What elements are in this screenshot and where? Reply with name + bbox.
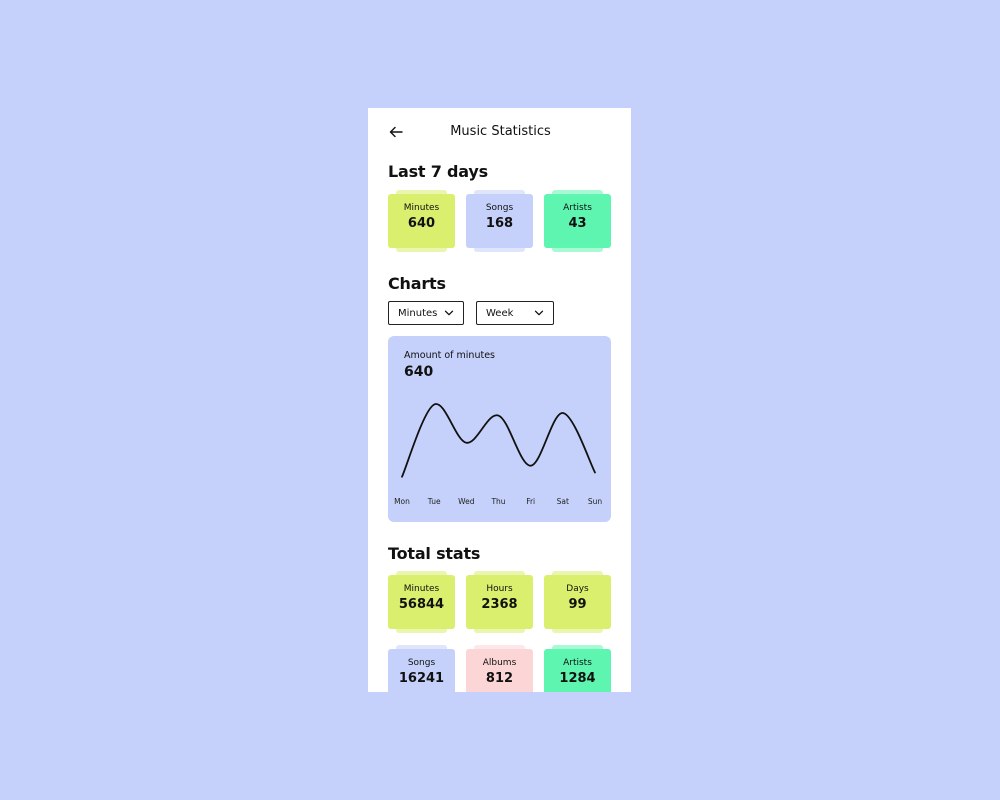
last-7-days-heading: Last 7 days [388,162,488,181]
stat-label: Minutes [403,584,440,594]
stat-value: 1284 [559,671,596,686]
total-card-albums: Albums 812 [466,645,533,692]
stat-card-songs: Songs 168 [466,190,533,252]
x-tick-label: Sat [557,497,569,506]
stat-label: Days [566,584,589,594]
total-card-songs: Songs 16241 [388,645,455,692]
metric-select-value: Minutes [398,307,438,319]
stat-label: Songs [485,203,514,213]
stat-card-minutes: Minutes 640 [388,190,455,252]
x-tick-label: Mon [394,497,410,506]
stat-label: Artists [563,203,592,213]
minutes-chart-card: Amount of minutes 640 Mon Tue Wed Thu Fri Sat… [388,336,611,522]
stat-value: 99 [568,597,587,612]
stat-card-artists: Artists 43 [544,190,611,252]
x-tick-label: Tue [427,497,441,506]
total-card-artists: Artists 1284 [544,645,611,692]
x-tick-label: Thu [490,497,505,506]
chevron-down-icon [534,310,544,316]
stat-value: 812 [485,671,514,686]
stat-value: 168 [485,216,514,231]
charts-heading: Charts [388,274,446,293]
metric-select[interactable]: Minutes [388,301,464,325]
x-tick-label: Sun [588,497,603,506]
stat-value: 43 [568,216,587,231]
stat-label: Minutes [403,203,440,213]
app-screen: Music Statistics Last 7 days Minutes 640… [368,108,631,692]
page-title: Music Statistics [450,124,551,139]
total-card-minutes: Minutes 56844 [388,571,455,633]
stat-value: 56844 [398,597,445,612]
stat-value: 640 [407,216,436,231]
minutes-line-chart: Mon Tue Wed Thu Fri Sat Sun [394,403,603,506]
period-select-value: Week [486,307,514,319]
x-tick-label: Fri [526,497,535,506]
top-bar: Music Statistics [368,122,631,144]
x-tick-label: Wed [458,497,475,506]
stat-label: Songs [407,658,436,668]
stat-label: Hours [486,584,513,594]
total-card-days: Days 99 [544,571,611,633]
total-stats-heading: Total stats [388,544,481,563]
total-card-hours: Hours 2368 [466,571,533,633]
series-line [401,403,596,478]
stat-value: 2368 [481,597,518,612]
stat-value: 16241 [398,671,445,686]
chevron-down-icon [444,310,454,316]
stat-label: Albums [482,658,517,668]
period-select[interactable]: Week [476,301,554,325]
stat-label: Artists [563,658,592,668]
